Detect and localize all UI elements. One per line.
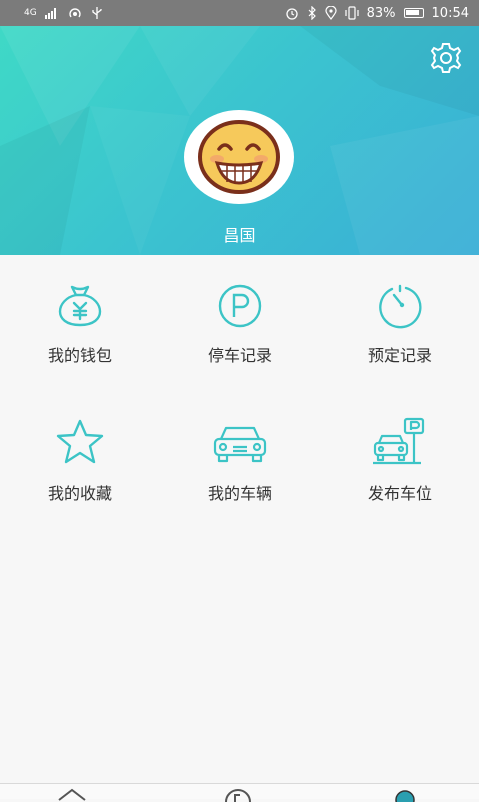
menu-label: 预定记录 <box>367 346 432 365</box>
car-icon <box>213 426 267 463</box>
menu-label: 发布车位 <box>367 484 432 503</box>
avatar[interactable] <box>184 110 294 204</box>
gear-icon[interactable] <box>428 40 464 76</box>
parking-icon[interactable] <box>223 788 253 802</box>
menu-item-parking-record[interactable]: 停车记录 <box>160 255 320 375</box>
menu-item-my-vehicles[interactable]: 我的车辆 <box>160 393 320 513</box>
menu-label: 我的收藏 <box>47 484 112 503</box>
network-label: 4G <box>24 8 37 18</box>
clock-time: 10:54 <box>431 5 469 21</box>
profile-icon[interactable] <box>390 788 420 802</box>
parking-icon <box>218 284 262 328</box>
bluetooth-icon <box>308 6 316 20</box>
money-bag-icon <box>59 285 101 327</box>
menu-label: 我的车辆 <box>207 484 272 503</box>
clock-icon <box>379 284 422 329</box>
menu-item-reservation-record[interactable]: 预定记录 <box>320 255 479 375</box>
status-bar: 4G 83% 10:54 <box>0 0 479 26</box>
battery-icon <box>403 8 424 18</box>
smiley-face-icon <box>198 120 280 194</box>
username: 昌国 <box>223 226 256 245</box>
alarm-icon <box>285 8 298 20</box>
location-icon <box>325 6 337 20</box>
vibrate-icon <box>345 6 359 20</box>
usb-icon <box>92 7 102 19</box>
profile-header: 昌国 <box>0 26 479 255</box>
menu-label: 停车记录 <box>207 346 272 365</box>
signal-icon <box>44 8 56 19</box>
menu-item-favorites[interactable]: 我的收藏 <box>0 393 160 513</box>
hotspot-icon <box>69 8 81 18</box>
battery-percent: 83% <box>366 5 396 21</box>
home-icon[interactable] <box>57 788 87 802</box>
parking-sign-car-icon <box>373 417 425 465</box>
star-icon <box>56 419 104 464</box>
menu-label: 我的钱包 <box>47 346 112 365</box>
bottom-nav <box>0 783 479 802</box>
menu-item-wallet[interactable]: 我的钱包 <box>0 255 160 375</box>
menu-item-publish-spot[interactable]: 发布车位 <box>320 393 479 513</box>
